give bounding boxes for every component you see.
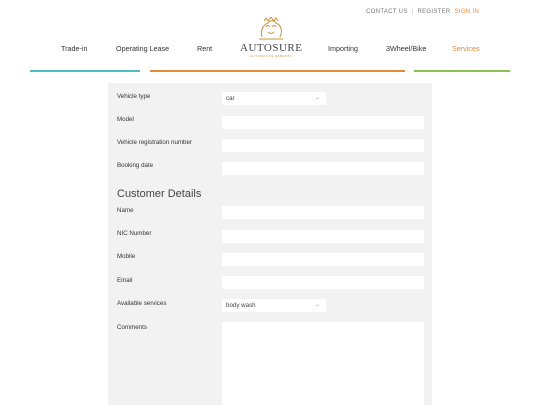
vehicle-type-label: Vehicle type [117, 93, 151, 100]
separator: | [411, 9, 414, 15]
nic-input[interactable] [222, 230, 424, 243]
email-input[interactable] [222, 276, 424, 289]
nav-underline-orange [150, 70, 405, 72]
contact-us-link[interactable]: CONTACT US [366, 9, 407, 15]
nav-item-3wheel-bike[interactable]: 3Wheel/Bike [386, 44, 426, 53]
name-input[interactable] [222, 206, 424, 219]
sign-in-link[interactable]: SIGN IN [455, 9, 479, 15]
chevron-down-icon: ⌄ [314, 302, 320, 308]
lion-crest-icon [259, 17, 283, 40]
booking-date-input[interactable] [222, 162, 424, 175]
services-value: body wash [226, 302, 256, 309]
registration-input[interactable] [222, 139, 424, 152]
mobile-input[interactable] [222, 253, 424, 266]
autosure-logo[interactable]: AUTOSURE AUTOMOTIVE EXPERTS [240, 17, 302, 61]
name-label: Name [117, 207, 134, 214]
registration-label: Vehicle registration number [117, 139, 192, 146]
nav-underline-teal [30, 70, 140, 72]
nav-item-rent[interactable]: Rent [197, 44, 212, 53]
nav-item-operating-lease[interactable]: Operating Lease [116, 44, 169, 53]
register-link[interactable]: REGISTER [417, 9, 450, 15]
vehicle-type-select[interactable]: car ⌄ [222, 92, 326, 105]
nav-underline-green [414, 70, 510, 72]
logo-name: AUTOSURE [240, 42, 303, 54]
nic-label: NIC Number [117, 230, 152, 237]
services-select[interactable]: body wash ⌄ [222, 299, 326, 312]
model-input[interactable] [222, 116, 424, 129]
comments-textarea[interactable] [222, 322, 424, 405]
mobile-label: Mobile [117, 253, 136, 260]
nav-item-services[interactable]: Services [452, 44, 480, 53]
top-links: CONTACT US | REGISTER SIGN IN [366, 9, 479, 15]
services-label: Available services [117, 300, 167, 307]
booking-date-label: Booking date [117, 162, 154, 169]
customer-details-heading: Customer Details [117, 188, 202, 200]
model-label: Model [117, 116, 134, 123]
email-label: Email [117, 277, 133, 284]
nav-item-importing[interactable]: Importing [328, 44, 358, 53]
nav-item-trade-in[interactable]: Trade-in [61, 44, 88, 53]
vehicle-type-value: car [226, 95, 235, 102]
comments-label: Comments [117, 324, 147, 331]
chevron-down-icon: ⌄ [314, 95, 320, 101]
logo-tagline: AUTOMOTIVE EXPERTS [250, 54, 292, 58]
